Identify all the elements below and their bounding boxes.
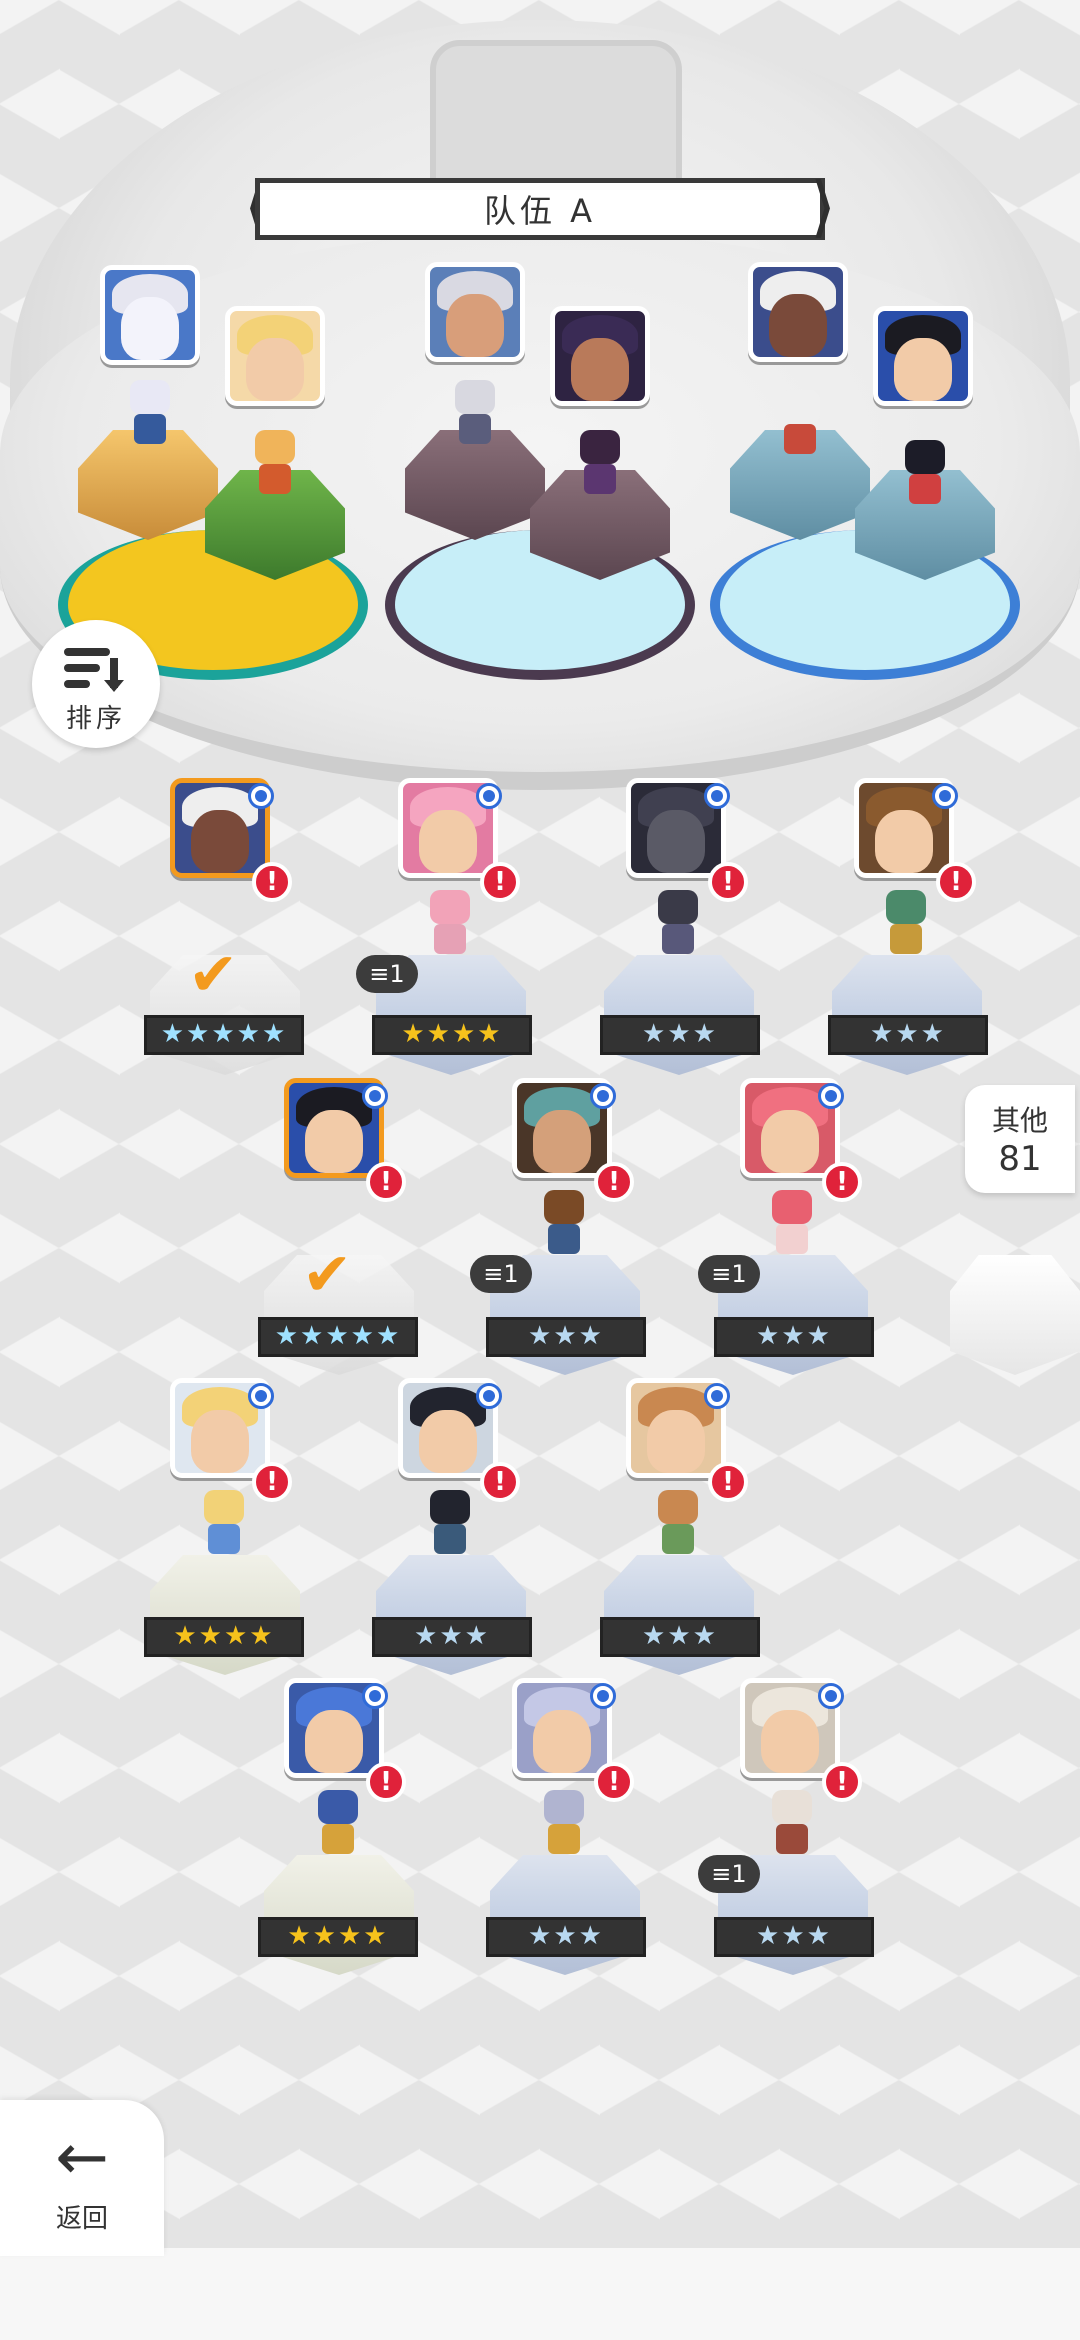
roster-2-sprite bbox=[420, 890, 480, 960]
next-team-button[interactable]: ⟩ bbox=[806, 172, 840, 246]
team-portrait-black-hair-girl[interactable] bbox=[873, 306, 973, 406]
roster-10-element-badge bbox=[704, 1383, 730, 1409]
roster-5-alert-icon: ! bbox=[366, 1162, 406, 1202]
roster-11-pedestal[interactable] bbox=[264, 1855, 414, 1975]
roster-10-alert-icon: ! bbox=[708, 1462, 748, 1502]
roster-8-element-badge bbox=[248, 1383, 274, 1409]
roster-4-sprite bbox=[876, 890, 936, 960]
roster-3-element-badge bbox=[704, 783, 730, 809]
team-portrait-masked-ninja[interactable] bbox=[550, 306, 650, 406]
roster-12-alert-icon: ! bbox=[594, 1762, 634, 1802]
roster-13-stars: ★★★ bbox=[714, 1917, 874, 1957]
roster-11-stars: ★★★★ bbox=[258, 1917, 418, 1957]
roster-5-stars: ★★★★★ bbox=[258, 1317, 418, 1357]
selected-check-icon: ✔ bbox=[302, 1240, 353, 1310]
other-label: 其他 bbox=[991, 1104, 1048, 1137]
team-title: 队伍 A bbox=[255, 178, 825, 240]
back-arrow-icon: ← bbox=[55, 2121, 109, 2195]
roster-9-sprite bbox=[420, 1490, 480, 1560]
roster-7-alert-icon: ! bbox=[822, 1162, 862, 1202]
roster-2-element-badge bbox=[476, 783, 502, 809]
roster-4-alert-icon: ! bbox=[936, 862, 976, 902]
team-slot-2-sprite-b bbox=[570, 430, 630, 500]
roster-8-sprite bbox=[194, 1490, 254, 1560]
team-slot-1-sprite-b bbox=[245, 430, 305, 500]
roster-2-alert-icon: ! bbox=[480, 862, 520, 902]
roster-7-stars: ★★★ bbox=[714, 1317, 874, 1357]
roster-4-stars: ★★★ bbox=[828, 1015, 988, 1055]
team-slot-3-sprite-b bbox=[895, 440, 955, 510]
bottom-bar bbox=[0, 2248, 1080, 2340]
roster-10-sprite bbox=[648, 1490, 708, 1560]
roster-2-stars: ★★★★ bbox=[372, 1015, 532, 1055]
other-heroes-button[interactable]: 其他 81 bbox=[965, 1085, 1075, 1193]
roster-13-alert-icon: ! bbox=[822, 1762, 862, 1802]
sort-icon bbox=[64, 644, 128, 694]
roster-11-element-badge bbox=[362, 1683, 388, 1709]
team-portrait-white-haired-elder[interactable] bbox=[425, 262, 525, 362]
roster-3-sprite bbox=[648, 890, 708, 960]
roster-13-sprite bbox=[762, 1790, 822, 1860]
other-count: 81 bbox=[998, 1139, 1042, 1179]
roster-8-stars: ★★★★ bbox=[144, 1617, 304, 1657]
roster-9-pedestal[interactable] bbox=[376, 1555, 526, 1675]
roster-9-stars: ★★★ bbox=[372, 1617, 532, 1657]
roster-5-element-badge bbox=[362, 1083, 388, 1109]
roster-8-pedestal[interactable] bbox=[150, 1555, 300, 1675]
roster-6-sprite bbox=[534, 1190, 594, 1260]
roster-9-alert-icon: ! bbox=[480, 1462, 520, 1502]
roster-7-copies: 1 bbox=[731, 1260, 747, 1288]
roster-1-element-badge bbox=[248, 783, 274, 809]
team-title-label: 队伍 A bbox=[483, 192, 597, 230]
roster-11-alert-icon: ! bbox=[366, 1762, 406, 1802]
roster-7-copies-badge: ≡1 bbox=[698, 1255, 760, 1293]
roster-3-stars: ★★★ bbox=[600, 1015, 760, 1055]
roster-4-element-badge bbox=[932, 783, 958, 809]
team-portrait-tiger[interactable] bbox=[100, 265, 200, 365]
roster-7-element-badge bbox=[818, 1083, 844, 1109]
roster-13-copies-badge: ≡1 bbox=[698, 1855, 760, 1893]
team-slot-1-sprite-a bbox=[120, 380, 180, 450]
roster-12-pedestal[interactable] bbox=[490, 1855, 640, 1975]
roster-6-alert-icon: ! bbox=[594, 1162, 634, 1202]
back-button[interactable]: ← 返回 bbox=[0, 2100, 164, 2256]
roster-10-pedestal[interactable] bbox=[604, 1555, 754, 1675]
roster-6-copies: 1 bbox=[503, 1260, 519, 1288]
roster-2-copies: 1 bbox=[389, 960, 405, 988]
roster-3-alert-icon: ! bbox=[708, 862, 748, 902]
roster-9-element-badge bbox=[476, 1383, 502, 1409]
roster-8-alert-icon: ! bbox=[252, 1462, 292, 1502]
roster-1-stars: ★★★★★ bbox=[144, 1015, 304, 1055]
team-portrait-dark-elf[interactable] bbox=[748, 262, 848, 362]
roster-6-copies-badge: ≡1 bbox=[470, 1255, 532, 1293]
sort-label: 排序 bbox=[65, 704, 126, 734]
other-empty-pedestal bbox=[950, 1255, 1080, 1375]
sort-button[interactable]: 排序 bbox=[32, 620, 160, 748]
roster-6-element-badge bbox=[590, 1083, 616, 1109]
roster-12-stars: ★★★ bbox=[486, 1917, 646, 1957]
roster-10-stars: ★★★ bbox=[600, 1617, 760, 1657]
roster-12-sprite bbox=[534, 1790, 594, 1860]
team-slot-3-sprite-a bbox=[770, 390, 830, 460]
roster-7-sprite bbox=[762, 1190, 822, 1260]
roster-13-element-badge bbox=[818, 1683, 844, 1709]
roster-1-alert-icon: ! bbox=[252, 862, 292, 902]
roster-11-sprite bbox=[308, 1790, 368, 1860]
back-label: 返回 bbox=[55, 2204, 108, 2234]
team-portrait-blonde-elf[interactable] bbox=[225, 306, 325, 406]
roster-2-copies-badge: ≡1 bbox=[356, 955, 418, 993]
roster-12-element-badge bbox=[590, 1683, 616, 1709]
roster-13-copies: 1 bbox=[731, 1860, 747, 1888]
roster-6-stars: ★★★ bbox=[486, 1317, 646, 1357]
selected-check-icon: ✔ bbox=[188, 940, 239, 1010]
team-slot-2-sprite-a bbox=[445, 380, 505, 450]
